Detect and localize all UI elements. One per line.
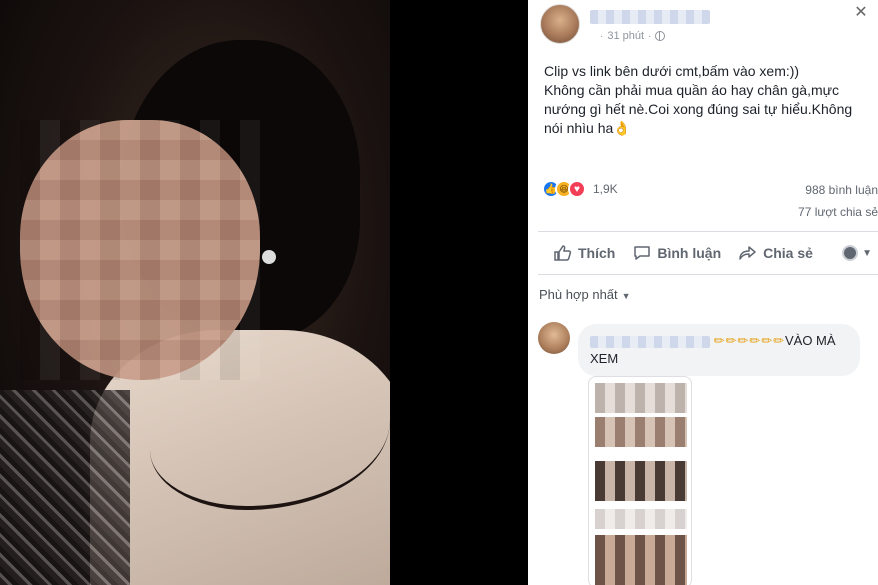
author-name-blurred[interactable] xyxy=(590,10,710,24)
attachment-blur-region xyxy=(595,509,687,529)
post-meta: · 31 phút · xyxy=(600,30,666,42)
post-time[interactable]: 31 phút xyxy=(607,30,644,42)
author-avatar[interactable] xyxy=(540,4,580,44)
comment-bubble: ✏✏✏✏✏✏VÀO MÀ XEM xyxy=(578,324,860,376)
thumbs-up-icon xyxy=(554,245,572,261)
like-label: Thích xyxy=(578,245,616,261)
comment-sort-dropdown[interactable]: Phù hợp nhất ▼ xyxy=(539,287,631,302)
love-reaction-icon: ♥ xyxy=(568,180,586,198)
sort-label: Phù hợp nhất xyxy=(539,287,618,302)
comment-count[interactable]: 988 bình luận xyxy=(805,183,878,197)
profile-face-icon xyxy=(842,245,859,261)
commenter-name-blurred[interactable] xyxy=(590,335,710,348)
share-label: Chia sẻ xyxy=(763,245,813,261)
globe-icon[interactable] xyxy=(655,31,666,41)
meta-separator: · xyxy=(648,30,652,42)
post-panel: · 31 phút · ✕ Clip vs link bên dưới cmt,… xyxy=(528,0,878,585)
photo-earring xyxy=(262,250,276,264)
comment-attachment-image[interactable] xyxy=(588,376,692,585)
close-icon[interactable]: ✕ xyxy=(852,4,870,22)
divider xyxy=(538,274,878,275)
blurred-face xyxy=(20,120,260,380)
reaction-summary[interactable]: 👍 😆 ♥ 1,9K xyxy=(542,180,618,198)
comment-button[interactable]: Bình luận xyxy=(633,245,721,261)
share-button[interactable]: Chia sẻ xyxy=(739,245,813,261)
post-text-line: Không cần phải mua quần áo hay chân gà,m… xyxy=(544,82,853,136)
share-arrow-icon xyxy=(739,246,756,260)
photo-lace-region xyxy=(0,390,130,585)
post-text-line: Clip vs link bên dưới cmt,bấm vào xem:)) xyxy=(544,63,800,79)
attachment-blur-region xyxy=(595,461,687,501)
action-bar: Thích Bình luận Chia sẻ xyxy=(538,236,878,270)
post-header: · 31 phút · ✕ xyxy=(540,4,870,46)
attachment-blur-region xyxy=(595,535,687,585)
pencil-emoji-row: ✏✏✏✏✏✏ xyxy=(713,333,785,348)
photo-viewer[interactable] xyxy=(0,0,528,585)
chevron-down-icon: ▼ xyxy=(621,291,631,301)
chevron-down-icon: ▼ xyxy=(862,247,872,259)
share-count[interactable]: 77 lượt chia sẻ xyxy=(798,205,878,219)
post-text: Clip vs link bên dưới cmt,bấm vào xem:))… xyxy=(544,62,864,138)
divider xyxy=(538,231,878,232)
commenter-avatar[interactable] xyxy=(538,322,570,354)
comment-label: Bình luận xyxy=(657,245,722,261)
post-photo xyxy=(0,0,390,585)
speech-bubble-icon xyxy=(634,246,651,260)
like-button[interactable]: Thích xyxy=(554,245,615,261)
attachment-blur-region xyxy=(595,417,687,447)
meta-separator: · xyxy=(600,30,604,42)
attachment-blur-region xyxy=(595,383,687,413)
reaction-count[interactable]: 1,9K xyxy=(593,182,618,196)
audience-selector[interactable]: ▼ xyxy=(842,245,872,261)
